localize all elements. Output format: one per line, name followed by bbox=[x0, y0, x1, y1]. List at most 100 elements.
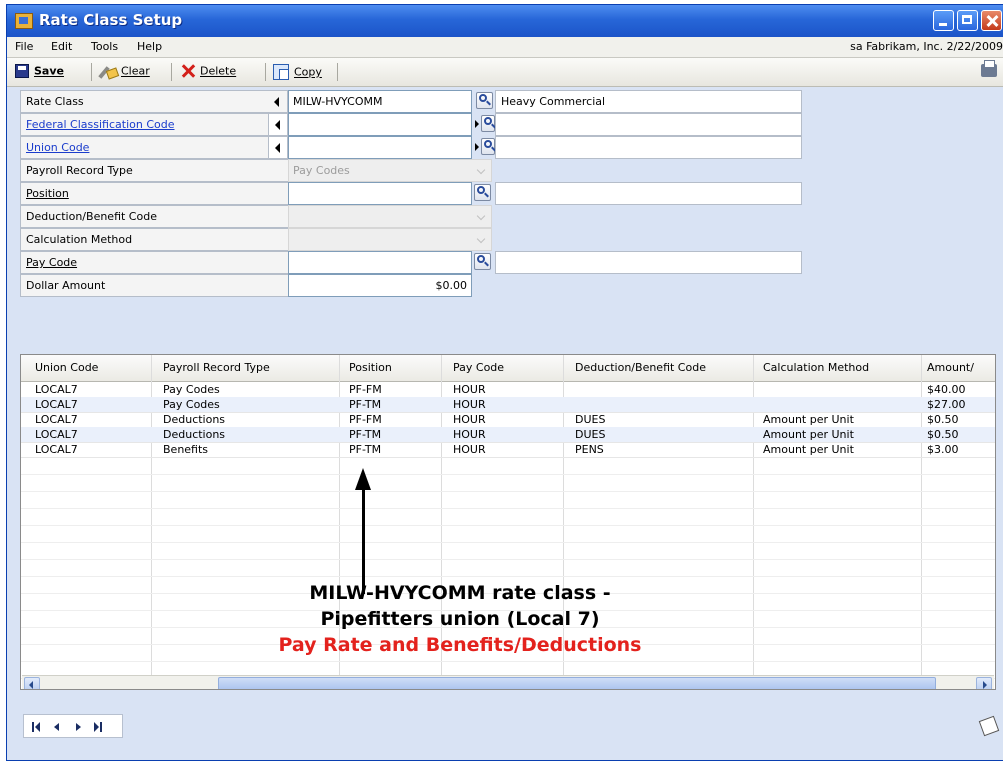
pay-code-label[interactable]: Pay Code bbox=[20, 251, 288, 274]
cell-deduction-benefit-code: DUES bbox=[575, 428, 606, 441]
status-bar bbox=[7, 700, 1003, 760]
clear-button[interactable]: Clear bbox=[100, 64, 150, 82]
maximize-button[interactable] bbox=[957, 10, 978, 31]
union-code-input[interactable] bbox=[288, 136, 472, 159]
cell-union-code: LOCAL7 bbox=[35, 413, 78, 426]
payroll-record-type-select[interactable]: Pay Codes bbox=[288, 159, 492, 182]
pay-code-input[interactable] bbox=[288, 251, 472, 274]
position-label[interactable]: Position bbox=[20, 182, 288, 205]
cell-calculation-method: Amount per Unit bbox=[763, 428, 854, 441]
save-icon bbox=[15, 64, 29, 78]
last-record-icon[interactable] bbox=[94, 722, 104, 732]
union-code-link[interactable]: Union Code bbox=[20, 136, 268, 159]
cell-amount: $0.50 bbox=[927, 413, 959, 426]
cell-position: PF-TM bbox=[349, 443, 382, 456]
position-lookup-icon[interactable] bbox=[474, 184, 491, 201]
col-position[interactable]: Position bbox=[349, 361, 392, 374]
federal-classification-row: Federal Classification Code bbox=[20, 113, 802, 136]
minimize-button[interactable] bbox=[933, 10, 954, 31]
copy-icon bbox=[273, 64, 289, 80]
scroll-thumb[interactable] bbox=[218, 677, 936, 689]
deduction-benefit-select[interactable] bbox=[288, 205, 492, 228]
toolbar-separator bbox=[265, 63, 266, 81]
union-code-prev-arrow-icon[interactable] bbox=[268, 136, 288, 159]
cell-calculation-method: Amount per Unit bbox=[763, 413, 854, 426]
cell-payroll-record-type: Deductions bbox=[163, 428, 226, 441]
rate-class-row: Rate Class MILW-HVYCOMM Heavy Commercial bbox=[20, 90, 802, 113]
annotation-arrow-line bbox=[362, 486, 365, 594]
scroll-right-icon[interactable] bbox=[976, 677, 992, 689]
dollar-amount-input[interactable]: $0.00 bbox=[288, 274, 472, 297]
col-amount[interactable]: Amount/ bbox=[927, 361, 974, 374]
toolbar-separator bbox=[337, 63, 338, 81]
rate-class-input[interactable]: MILW-HVYCOMM bbox=[288, 90, 472, 113]
cell-union-code: LOCAL7 bbox=[35, 428, 78, 441]
previous-record-icon[interactable] bbox=[54, 722, 64, 732]
position-input[interactable] bbox=[288, 182, 472, 205]
toolbar: Save Clear Delete Copy bbox=[7, 58, 1003, 87]
federal-classification-prev-arrow-icon[interactable] bbox=[268, 113, 288, 136]
copy-button[interactable]: Copy bbox=[273, 64, 322, 82]
rate-class-description[interactable]: Heavy Commercial bbox=[495, 90, 802, 113]
menu-help[interactable]: Help bbox=[137, 40, 162, 53]
table-row[interactable]: LOCAL7 Deductions PF-FM HOUR DUES Amount per … bbox=[21, 412, 995, 428]
table-row[interactable]: LOCAL7 Benefits PF-TM HOUR PENS Amount per Un… bbox=[21, 442, 995, 458]
note-icon[interactable] bbox=[978, 715, 1000, 737]
rate-class-lookup-icon[interactable] bbox=[476, 92, 493, 109]
save-button[interactable]: Save bbox=[15, 64, 64, 82]
federal-classification-code-link[interactable]: Federal Classification Code bbox=[20, 113, 268, 136]
print-icon[interactable] bbox=[981, 60, 997, 77]
cell-payroll-record-type: Pay Codes bbox=[163, 398, 220, 411]
cell-pay-code: HOUR bbox=[453, 413, 486, 426]
close-button[interactable] bbox=[981, 10, 1002, 31]
cell-deduction-benefit-code: PENS bbox=[575, 443, 604, 456]
col-pay-code[interactable]: Pay Code bbox=[453, 361, 504, 374]
col-deduction-benefit-code[interactable]: Deduction/Benefit Code bbox=[575, 361, 706, 374]
grid-header: Union Code Payroll Record Type Position … bbox=[21, 355, 995, 382]
table-row[interactable]: LOCAL7 Pay Codes PF-FM HOUR $40.00 bbox=[21, 382, 995, 398]
calculation-method-select[interactable] bbox=[288, 228, 492, 251]
calculation-method-row: Calculation Method bbox=[20, 228, 802, 251]
union-code-row: Union Code bbox=[20, 136, 802, 159]
cell-union-code: LOCAL7 bbox=[35, 398, 78, 411]
next-record-icon[interactable] bbox=[74, 722, 84, 732]
empty-row bbox=[21, 542, 995, 560]
calculation-method-dropdown-icon[interactable] bbox=[472, 228, 492, 251]
union-code-description bbox=[495, 136, 802, 159]
title-bar: Rate Class Setup bbox=[7, 5, 1003, 37]
deduction-benefit-dropdown-icon[interactable] bbox=[472, 205, 492, 228]
deduction-benefit-label: Deduction/Benefit Code bbox=[20, 205, 288, 228]
col-union-code[interactable]: Union Code bbox=[35, 361, 98, 374]
window-title: Rate Class Setup bbox=[39, 11, 183, 29]
empty-row bbox=[21, 525, 995, 543]
cell-amount: $27.00 bbox=[927, 398, 966, 411]
rate-class-spacer bbox=[268, 90, 288, 113]
table-row[interactable]: LOCAL7 Deductions PF-TM HOUR DUES Amount per … bbox=[21, 427, 995, 443]
menu-edit[interactable]: Edit bbox=[51, 40, 72, 53]
first-record-icon[interactable] bbox=[32, 722, 42, 732]
menu-tools[interactable]: Tools bbox=[91, 40, 118, 53]
horizontal-scrollbar[interactable] bbox=[22, 675, 994, 689]
federal-classification-input[interactable] bbox=[288, 113, 472, 136]
col-payroll-record-type[interactable]: Payroll Record Type bbox=[163, 361, 270, 374]
payroll-record-type-dropdown-icon[interactable] bbox=[472, 159, 492, 182]
pay-code-row: Pay Code bbox=[20, 251, 802, 274]
cell-payroll-record-type: Pay Codes bbox=[163, 383, 220, 396]
menu-file[interactable]: File bbox=[15, 40, 33, 53]
cell-pay-code: HOUR bbox=[453, 443, 486, 456]
delete-button[interactable]: Delete bbox=[181, 64, 236, 82]
table-row[interactable]: LOCAL7 Pay Codes PF-TM HOUR $27.00 bbox=[21, 397, 995, 413]
federal-classification-lookup-icon[interactable] bbox=[481, 115, 495, 132]
union-code-lookup-icon[interactable] bbox=[481, 138, 495, 155]
cell-payroll-record-type: Deductions bbox=[163, 413, 226, 426]
position-description bbox=[495, 182, 802, 205]
scroll-left-icon[interactable] bbox=[24, 677, 40, 689]
position-row: Position bbox=[20, 182, 802, 205]
cell-pay-code: HOUR bbox=[453, 398, 486, 411]
empty-row bbox=[21, 491, 995, 509]
pay-code-lookup-icon[interactable] bbox=[474, 253, 491, 270]
annotation-line-1: MILW-HVYCOMM rate class - bbox=[309, 582, 611, 604]
empty-row bbox=[21, 457, 995, 475]
col-calculation-method[interactable]: Calculation Method bbox=[763, 361, 869, 374]
cell-calculation-method: Amount per Unit bbox=[763, 443, 854, 456]
